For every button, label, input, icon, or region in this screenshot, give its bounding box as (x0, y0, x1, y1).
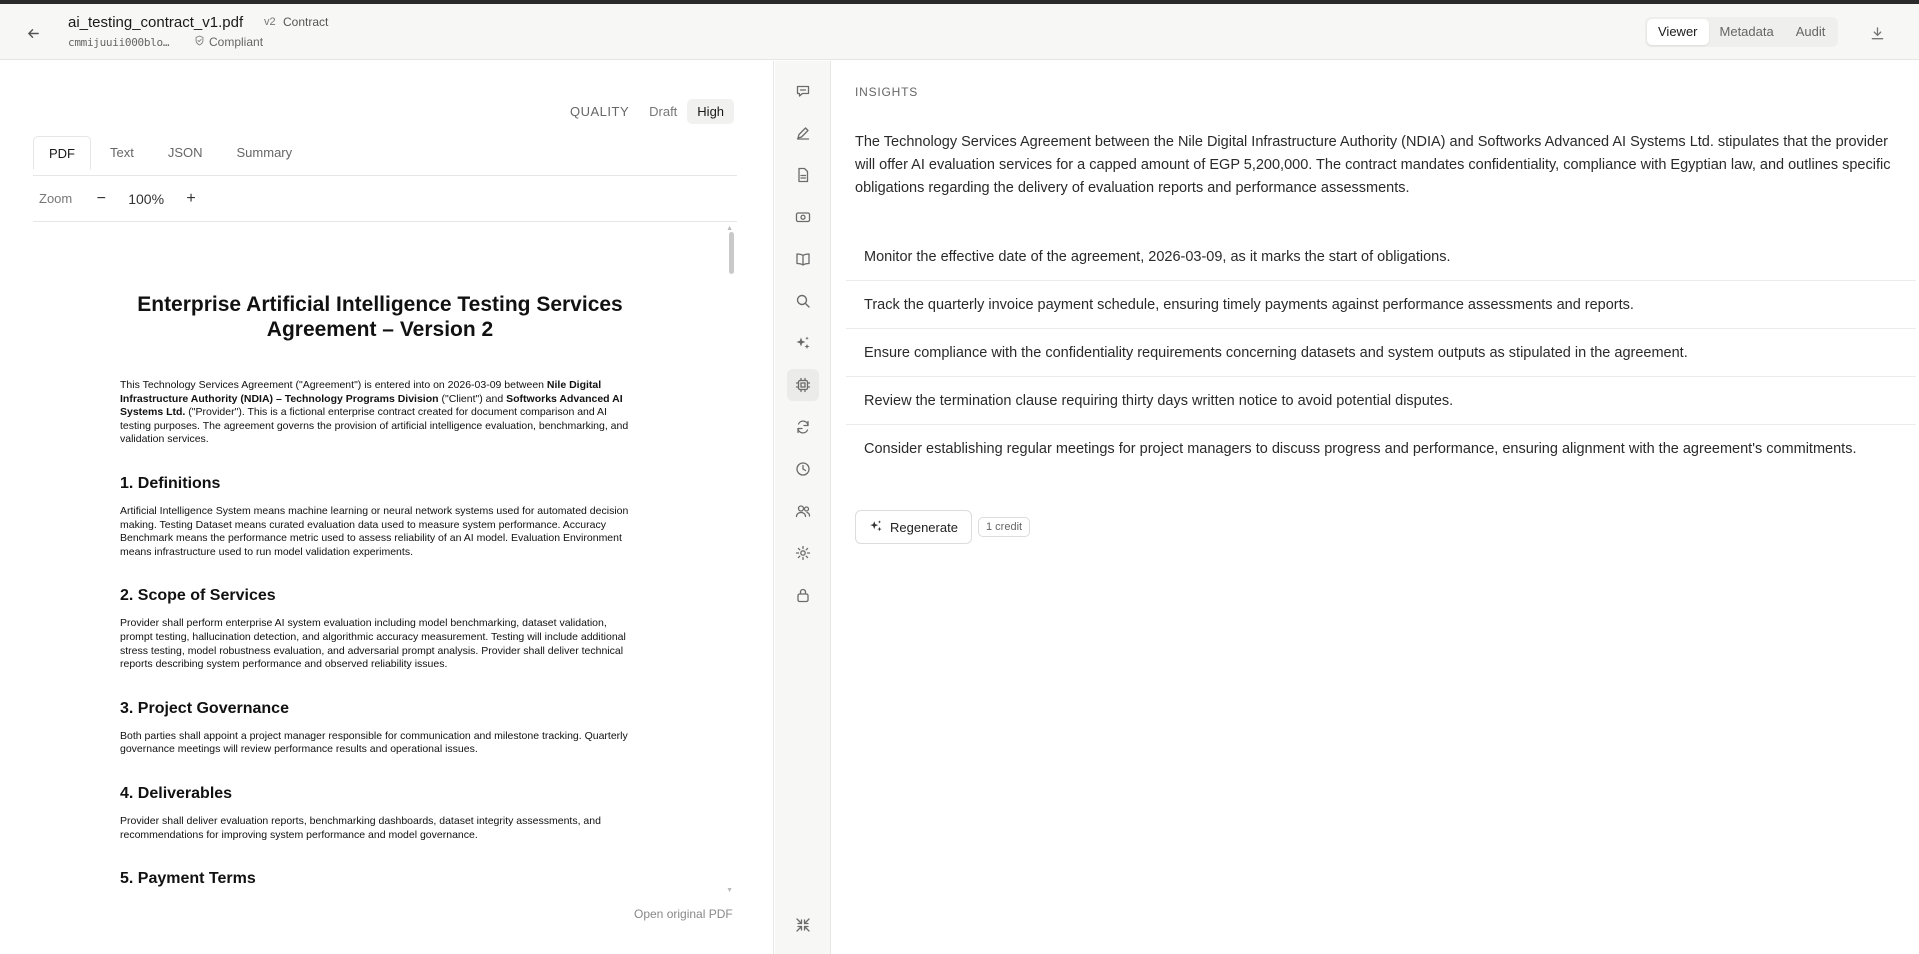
intro-text: This Technology Services Agreement ("Agr… (120, 379, 547, 391)
regenerate-label: Regenerate (890, 519, 958, 535)
sparkles-icon[interactable] (787, 327, 819, 359)
compliance-status: Compliant (194, 35, 263, 49)
section-heading: 5. Payment Terms (120, 870, 256, 888)
section-body: Both parties shall appoint a project man… (120, 729, 628, 756)
section-body: Provider shall perform enterprise AI sys… (120, 617, 626, 671)
pdf-page: Enterprise Artificial Intelligence Testi… (120, 292, 640, 888)
refresh-icon[interactable] (787, 411, 819, 443)
download-icon[interactable] (1866, 22, 1888, 44)
chat-icon[interactable] (787, 75, 819, 107)
chip-icon[interactable] (787, 369, 819, 401)
zoom-out-button[interactable]: − (90, 190, 112, 208)
users-icon[interactable] (787, 495, 819, 527)
zoom-level: 100% (128, 190, 165, 207)
document-title: Enterprise Artificial Intelligence Testi… (137, 293, 623, 341)
clock-icon[interactable] (787, 453, 819, 485)
version-badge: v2 (264, 16, 276, 28)
quality-selector: QUALITY Draft High (570, 99, 735, 124)
section-heading: 1. Definitions (120, 474, 221, 492)
insights-pane: INSIGHTS The Technology Services Agreeme… (832, 61, 1919, 954)
section-heading: 2. Scope of Services (120, 587, 276, 605)
insight-item: Ensure compliance with the confidentiali… (846, 329, 1916, 377)
pdf-canvas[interactable]: ▲ ▼ Enterprise Artificial Intelligence T… (33, 222, 737, 902)
sparkles-icon (869, 519, 883, 536)
file-name: ai_testing_contract_v1.pdf (68, 14, 244, 31)
regenerate-button[interactable]: Regenerate (855, 510, 972, 544)
tab-viewer[interactable]: Viewer (1647, 19, 1709, 45)
tab-json[interactable]: JSON (153, 136, 218, 170)
back-arrow-icon[interactable] (22, 22, 44, 44)
insights-list: Monitor the effective date of the agreem… (846, 233, 1916, 473)
quality-label: QUALITY (570, 104, 630, 119)
compliance-label: Compliant (209, 35, 264, 49)
tab-summary[interactable]: Summary (222, 136, 308, 170)
section-body: Artificial Intelligence System means mac… (120, 504, 629, 558)
zoom-label: Zoom (39, 191, 73, 206)
app-header: ai_testing_contract_v1.pdf v2 Contract c… (0, 4, 1919, 60)
insights-summary: The Technology Services Agreement betwee… (855, 134, 1891, 196)
document-viewer-pane: QUALITY Draft High PDF Text JSON Summary… (0, 61, 774, 954)
shield-check-icon (194, 35, 205, 49)
insight-item: Track the quarterly invoice payment sche… (846, 281, 1916, 329)
quality-draft[interactable]: Draft (639, 99, 687, 124)
tab-text[interactable]: Text (95, 136, 149, 170)
tab-audit[interactable]: Audit (1785, 19, 1837, 45)
gear-icon[interactable] (787, 537, 819, 569)
intro-text: ("Provider"). This is a fictional enterp… (120, 406, 629, 446)
insight-item: Consider establishing regular meetings f… (864, 441, 1857, 457)
insights-heading: INSIGHTS (855, 85, 919, 99)
scrollbar-thumb[interactable] (729, 232, 734, 274)
edit-icon[interactable] (787, 117, 819, 149)
open-original-pdf-link[interactable]: Open original PDF (634, 907, 733, 921)
quality-high[interactable]: High (687, 99, 735, 124)
document-intro: This Technology Services Agreement ("Agr… (120, 379, 640, 447)
section-heading: 3. Project Governance (120, 699, 289, 717)
zoom-controls: Zoom − 100% + (33, 176, 737, 222)
intro-text: ("Client") and (438, 392, 507, 405)
collapse-icon[interactable] (787, 909, 819, 941)
credit-badge: 1 credit (978, 517, 1031, 537)
file-id[interactable]: cmmijuuii000blo… (68, 36, 169, 49)
tool-rail (775, 61, 831, 954)
scroll-up-arrow-icon[interactable]: ▲ (726, 225, 733, 232)
book-icon[interactable] (787, 243, 819, 275)
tab-pdf[interactable]: PDF (33, 136, 91, 170)
view-tabs: PDF Text JSON Summary (33, 136, 737, 176)
insight-item: Review the termination clause requiring … (846, 377, 1916, 425)
lock-icon[interactable] (787, 579, 819, 611)
section-heading: 4. Deliverables (120, 784, 233, 802)
tab-metadata[interactable]: Metadata (1709, 19, 1785, 45)
insight-item: Monitor the effective date of the agreem… (846, 233, 1916, 281)
mode-tabs: Viewer Metadata Audit (1645, 17, 1839, 47)
document-type: Contract (283, 15, 329, 29)
search-icon[interactable] (787, 285, 819, 317)
file-text-icon[interactable] (787, 159, 819, 191)
scroll-down-arrow-icon[interactable]: ▼ (726, 887, 733, 894)
section-body: Provider shall deliver evaluation report… (120, 814, 601, 841)
zoom-in-button[interactable]: + (180, 190, 202, 208)
money-icon[interactable] (787, 201, 819, 233)
